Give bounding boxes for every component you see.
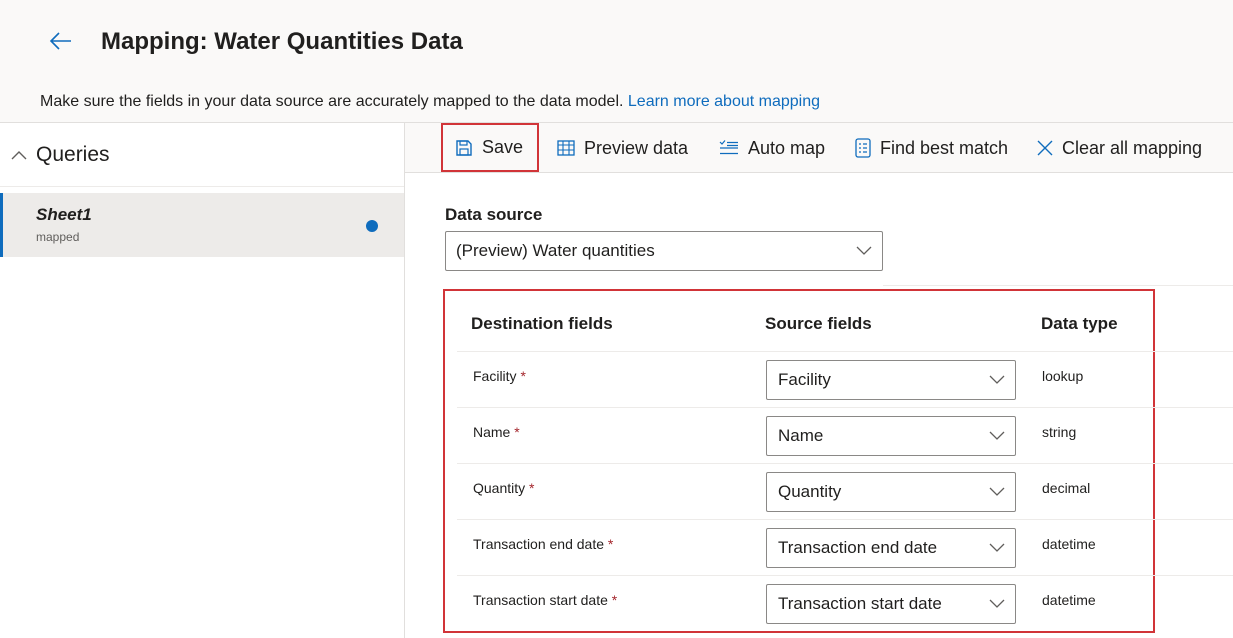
query-item-sheet1[interactable]: Sheet1 mapped [0, 193, 404, 257]
source-field-value: Quantity [778, 482, 842, 501]
required-marker: * [611, 592, 618, 608]
chevron-up-icon [10, 146, 28, 164]
query-name: Sheet1 [36, 205, 92, 224]
chevron-down-icon [989, 599, 1005, 608]
queries-pane: Queries Sheet1 mapped [0, 122, 405, 638]
destination-field: Quantity * [473, 480, 534, 496]
source-field-value: Transaction start date [778, 594, 942, 613]
mapping-row-quantity: Quantity * Quantity decimal [457, 463, 1233, 519]
chevron-down-icon [989, 543, 1005, 552]
learn-more-link[interactable]: Learn more about mapping [628, 93, 820, 110]
queries-label: Queries [36, 142, 110, 166]
page-subtitle: Make sure the fields in your data source… [40, 91, 820, 113]
mapping-row-transaction-start-date: Transaction start date * Transaction sta… [457, 575, 1233, 631]
find-best-match-label: Find best match [880, 137, 1009, 158]
status-dot [366, 220, 378, 232]
data-type-value: datetime [1042, 592, 1096, 608]
data-source-dropdown[interactable]: (Preview) Water quantities [445, 231, 883, 271]
list-icon [719, 140, 738, 155]
destination-field-name: Facility [473, 368, 517, 384]
destination-field: Name * [473, 424, 520, 440]
close-icon [1037, 140, 1053, 156]
required-marker: * [514, 424, 520, 440]
source-fields-header: Source fields [765, 314, 872, 333]
chevron-down-icon [989, 375, 1005, 384]
back-button[interactable] [46, 26, 76, 56]
document-list-icon [855, 138, 871, 158]
required-marker: * [520, 368, 526, 384]
source-field-dropdown[interactable]: Transaction end date [766, 528, 1016, 568]
data-source-value: (Preview) Water quantities [456, 241, 655, 260]
destination-field-name: Quantity [473, 480, 526, 496]
preview-data-button[interactable]: Preview data [557, 123, 688, 173]
mapping-table-header: Destination fields Source fields Data ty… [445, 291, 1155, 353]
mapping-row-facility: Facility * Facility lookup [457, 351, 1233, 407]
chevron-down-icon [856, 246, 872, 255]
source-field-value: Facility [778, 370, 831, 389]
data-type-value: decimal [1042, 480, 1091, 496]
auto-map-label: Auto map [748, 137, 826, 158]
destination-field-name: Transaction start date [473, 592, 608, 608]
data-type-value: string [1042, 424, 1077, 440]
auto-map-button[interactable]: Auto map [719, 123, 825, 173]
mapping-panel: Data source (Preview) Water quantities D… [405, 173, 1233, 638]
page-header: Mapping: Water Quantities Data Make sure… [0, 0, 1233, 122]
required-marker: * [529, 480, 535, 496]
destination-field-name: Transaction end date [473, 536, 605, 552]
save-icon [456, 139, 472, 156]
chevron-down-icon [989, 431, 1005, 440]
mapping-row-name: Name * Name string [457, 407, 1233, 463]
find-best-match-button[interactable]: Find best match [855, 123, 1008, 173]
source-field-dropdown[interactable]: Name [766, 416, 1016, 456]
destination-field: Facility * [473, 368, 526, 384]
destination-field: Transaction end date * [473, 536, 613, 552]
data-type-value: datetime [1042, 536, 1096, 552]
query-status: mapped [36, 230, 80, 244]
queries-header[interactable]: Queries [0, 123, 404, 187]
destination-field-name: Name [473, 424, 511, 440]
source-field-dropdown[interactable]: Transaction start date [766, 584, 1016, 624]
destination-field: Transaction start date * [473, 592, 617, 608]
data-source-label: Data source [445, 205, 543, 224]
source-field-value: Name [778, 426, 824, 445]
mapping-row-transaction-end-date: Transaction end date * Transaction end d… [457, 519, 1233, 575]
save-label: Save [482, 137, 524, 157]
data-type-header: Data type [1041, 314, 1118, 333]
required-marker: * [607, 536, 614, 552]
page-title: Mapping: Water Quantities Data [101, 28, 463, 55]
divider [883, 285, 1233, 286]
chevron-down-icon [989, 487, 1005, 496]
source-field-dropdown[interactable]: Facility [766, 360, 1016, 400]
mapping-table: Destination fields Source fields Data ty… [443, 289, 1233, 633]
command-bar: Save Preview data Auto map Find best mat… [405, 122, 1233, 173]
destination-fields-header: Destination fields [471, 314, 613, 333]
arrow-left-icon [49, 32, 71, 50]
clear-all-mapping-button[interactable]: Clear all mapping [1037, 123, 1202, 173]
table-icon [557, 140, 575, 156]
clear-all-mapping-label: Clear all mapping [1062, 137, 1203, 158]
subtitle-text: Make sure the fields in your data source… [40, 93, 624, 110]
save-button[interactable]: Save [441, 123, 539, 172]
source-field-dropdown[interactable]: Quantity [766, 472, 1016, 512]
preview-label: Preview data [584, 137, 689, 158]
data-type-value: lookup [1042, 368, 1084, 384]
source-field-value: Transaction end date [778, 538, 938, 557]
